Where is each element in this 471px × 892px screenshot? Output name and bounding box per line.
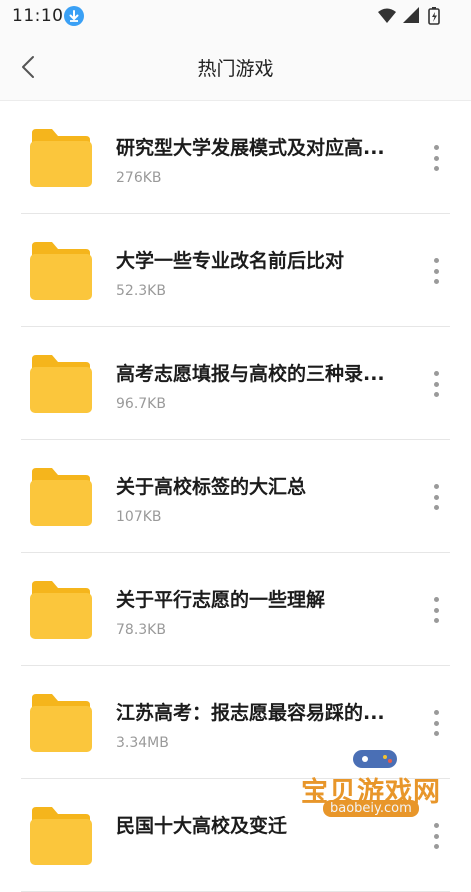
file-size: 52.3KB [116,283,166,299]
signal-icon [403,7,419,23]
file-size: 276KB [116,170,162,186]
file-row[interactable]: 研究型大学发展模式及对应高... 276KB [21,101,450,214]
file-size: 78.3KB [116,622,166,638]
app-header: 热门游戏 [0,34,471,101]
file-name: 大学一些专业改名前后比对 [116,250,345,272]
file-size: 107KB [116,509,162,525]
download-icon [64,6,84,26]
wifi-icon [378,8,396,23]
folder-icon [30,468,92,526]
folder-icon [30,242,92,300]
folder-icon [30,807,92,865]
file-size: 96.7KB [116,396,166,412]
more-options-button[interactable] [424,141,448,175]
file-row[interactable]: 大学一些专业改名前后比对 52.3KB [21,214,450,327]
more-options-button[interactable] [424,593,448,627]
file-name: 关于平行志愿的一些理解 [116,589,326,611]
file-name: 关于高校标签的大汇总 [116,476,307,498]
file-name: 高考志愿填报与高校的三种录... [116,363,385,385]
watermark-url: baobeiy.com [323,800,419,817]
file-row[interactable]: 关于高校标签的大汇总 107KB [21,440,450,553]
status-time: 11:10 [12,6,64,26]
more-options-button[interactable] [424,706,448,740]
folder-icon [30,694,92,752]
more-options-button[interactable] [424,367,448,401]
battery-icon [428,7,440,25]
folder-icon [30,581,92,639]
file-row[interactable]: 关于平行志愿的一些理解 78.3KB [21,553,450,666]
more-options-button[interactable] [424,254,448,288]
more-options-button[interactable] [424,480,448,514]
watermark: 宝贝游戏网 baobeiy.com [295,742,455,837]
file-name: 江苏高考：报志愿最容易踩的... [116,702,385,724]
status-icons [377,6,451,26]
folder-icon [30,355,92,413]
file-row[interactable]: 高考志愿填报与高校的三种录... 96.7KB [21,327,450,440]
gamepad-icon [353,750,397,768]
page-title: 热门游戏 [197,58,274,80]
file-name: 研究型大学发展模式及对应高... [116,137,385,159]
folder-icon [30,129,92,187]
file-size: 3.34MB [116,735,169,751]
status-bar: 11:10 [0,0,471,34]
